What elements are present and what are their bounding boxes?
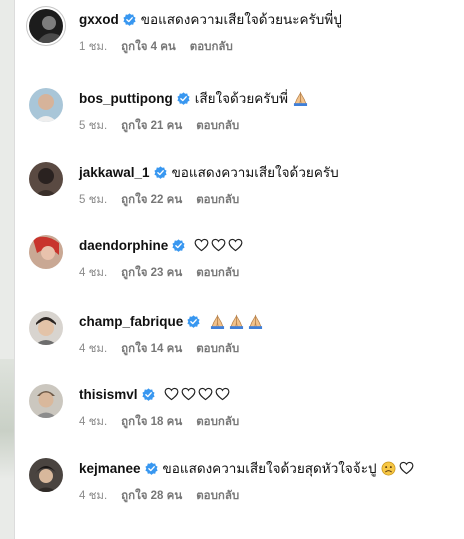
emoji-group [164, 387, 232, 401]
comment-username[interactable]: gxxod [79, 12, 119, 27]
reply-button[interactable]: ตอบกลับ [196, 340, 239, 358]
comment-username[interactable]: kejmanee [79, 461, 141, 476]
avatar[interactable] [29, 235, 63, 269]
emoji-group [292, 90, 311, 106]
emoji-group [209, 313, 266, 329]
comment-time: 5 ชม. [79, 194, 108, 206]
comment-item: daendorphine 4 ชม. ถูกใจ 23 คน ตอบกลับ [15, 235, 464, 295]
comment-text: เสียใจด้วยครับพี่ [194, 91, 289, 106]
reply-button[interactable]: ตอบกลับ [190, 38, 233, 56]
emoji-group [381, 461, 416, 476]
comment-likes[interactable]: ถูกใจ 28 คน [121, 487, 182, 505]
comment-time: 4 ชม. [79, 490, 108, 502]
folded-hands-icon [228, 313, 245, 329]
verified-badge-icon [153, 165, 167, 179]
reply-button[interactable]: ตอบกลับ [196, 487, 239, 505]
background-decoration [0, 359, 14, 479]
comment-likes[interactable]: ถูกใจ 14 คน [121, 340, 182, 358]
avatar[interactable] [29, 88, 63, 122]
heart-icon [399, 461, 414, 475]
folded-hands-icon [209, 313, 226, 329]
heart-icon [198, 387, 213, 401]
folded-hands-icon [247, 313, 264, 329]
emoji-group [194, 238, 245, 252]
comment-time: 4 ชม. [79, 343, 108, 355]
comment-item: jakkawal_1 ขอแสดงความเสียใจด้วยครับ 5 ชม… [15, 162, 464, 222]
comment-username[interactable]: jakkawal_1 [79, 165, 150, 180]
reply-button[interactable]: ตอบกลับ [196, 117, 239, 135]
verified-badge-icon [144, 461, 158, 475]
heart-icon [164, 387, 179, 401]
comment-likes[interactable]: ถูกใจ 4 คน [121, 38, 176, 56]
comment-item: champ_fabrique 4 ชม. ถูกใจ 14 คน ตอบกลับ [15, 311, 464, 371]
comment-likes[interactable]: ถูกใจ 21 คน [121, 117, 182, 135]
heart-icon [211, 238, 226, 252]
heart-icon [194, 238, 209, 252]
frowning-face-icon [381, 461, 396, 476]
comment-username[interactable]: thisismvl [79, 387, 138, 402]
reply-button[interactable]: ตอบกลับ [196, 413, 239, 431]
comments-panel: gxxod ขอแสดงความเสียใจด้วยนะครับพี่ปู 1 … [14, 0, 464, 539]
avatar[interactable] [29, 311, 63, 345]
folded-hands-icon [292, 90, 309, 106]
comment-item: thisismvl 4 ชม. ถูกใจ 18 คน ตอบกลับ [15, 384, 464, 444]
comment-text: ขอแสดงความเสียใจด้วยสุดหัวใจจ้ะปู [162, 461, 377, 476]
avatar[interactable] [29, 384, 63, 418]
avatar[interactable] [29, 9, 63, 43]
verified-badge-icon [187, 314, 200, 328]
verified-badge-icon [177, 91, 190, 105]
comment-username[interactable]: champ_fabrique [79, 314, 183, 329]
comment-text: ขอแสดงความเสียใจด้วยครับ [171, 165, 339, 180]
comment-item: kejmanee ขอแสดงความเสียใจด้วยสุดหัวใจจ้ะ… [15, 458, 464, 518]
comment-time: 4 ชม. [79, 267, 108, 279]
heart-icon [181, 387, 196, 401]
comment-time: 5 ชม. [79, 120, 108, 132]
comment-item: bos_puttipong เสียใจด้วยครับพี่ 5 ชม. ถู… [15, 88, 464, 148]
heart-icon [228, 238, 243, 252]
comment-time: 1 ชม. [79, 41, 108, 53]
comment-likes[interactable]: ถูกใจ 22 คน [121, 191, 182, 209]
reply-button[interactable]: ตอบกลับ [196, 264, 239, 282]
comment-username[interactable]: daendorphine [79, 238, 168, 253]
verified-badge-icon [123, 12, 136, 26]
verified-badge-icon [141, 387, 155, 401]
comment-text: ขอแสดงความเสียใจด้วยนะครับพี่ปู [140, 12, 342, 27]
avatar[interactable] [29, 458, 63, 492]
verified-badge-icon [172, 238, 185, 252]
comment-item: gxxod ขอแสดงความเสียใจด้วยนะครับพี่ปู 1 … [15, 9, 464, 69]
avatar[interactable] [29, 162, 63, 196]
comment-time: 4 ชม. [79, 416, 108, 428]
heart-icon [215, 387, 230, 401]
comment-username[interactable]: bos_puttipong [79, 91, 173, 106]
comment-likes[interactable]: ถูกใจ 23 คน [121, 264, 182, 282]
comment-likes[interactable]: ถูกใจ 18 คน [121, 413, 182, 431]
reply-button[interactable]: ตอบกลับ [196, 191, 239, 209]
